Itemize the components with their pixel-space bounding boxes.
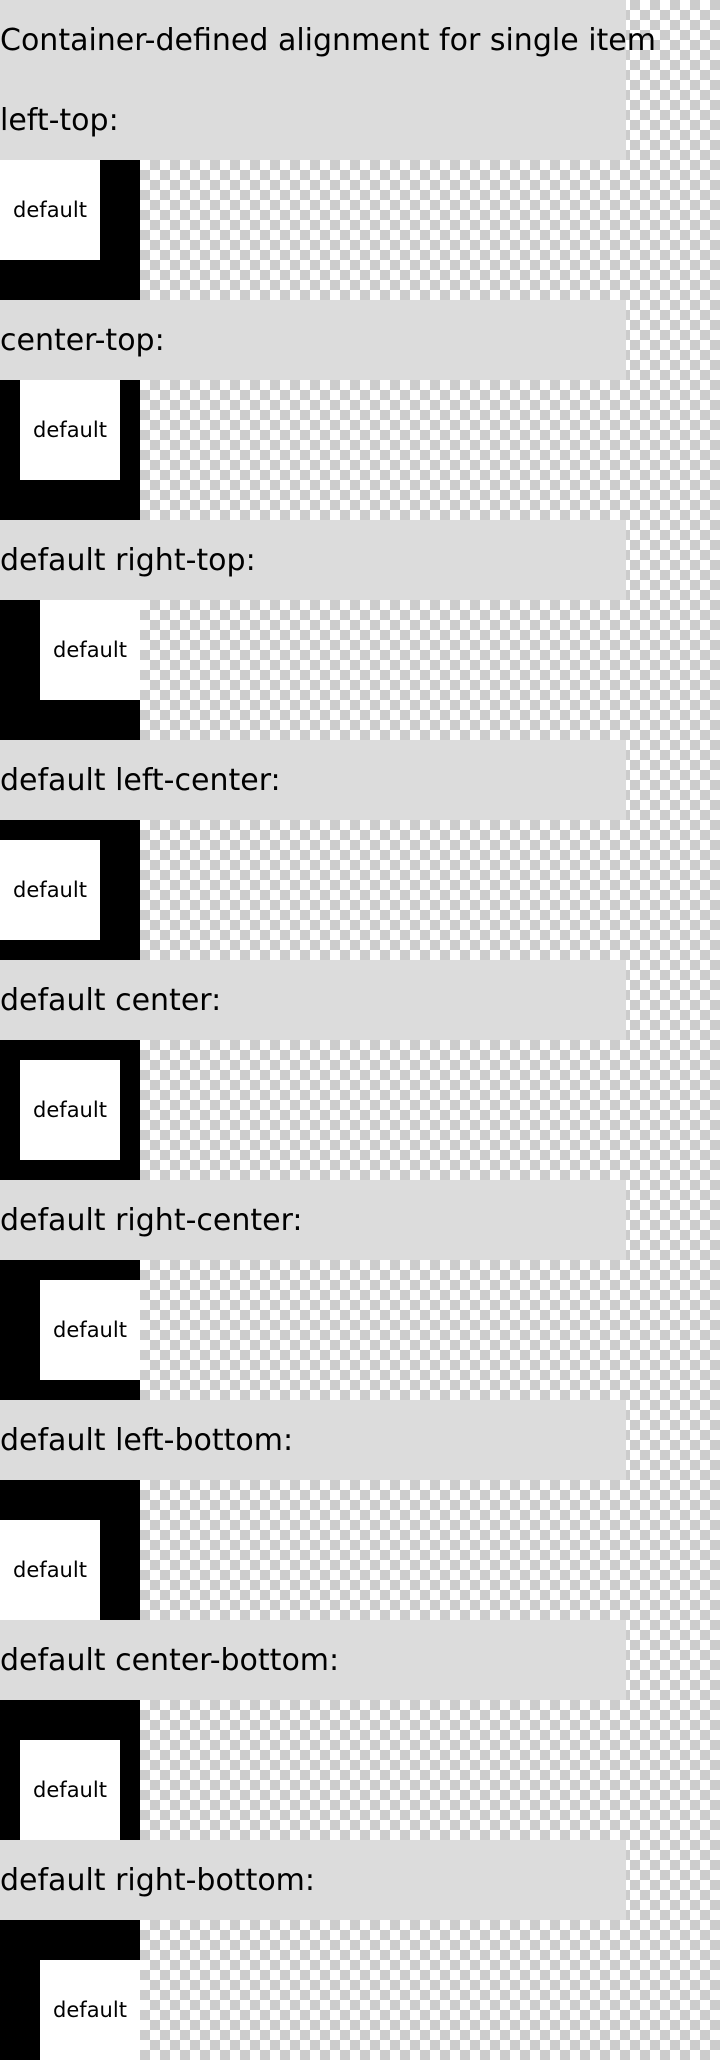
section-label-center-top: center-top:	[0, 300, 626, 380]
section-label-left-center: default left-center:	[0, 740, 626, 820]
container-center-bottom: default	[0, 1700, 140, 1840]
container-right-bottom: default	[0, 1920, 140, 2060]
item-left-bottom: default	[0, 1520, 100, 1620]
section-label-left-bottom: default left-bottom:	[0, 1400, 626, 1480]
container-left-bottom: default	[0, 1480, 140, 1620]
item-left-top: default	[0, 160, 100, 260]
section-label-center-bottom: default center-bottom:	[0, 1620, 626, 1700]
item-right-bottom: default	[40, 1960, 140, 2060]
page: Container-defined alignment for single i…	[0, 0, 720, 2060]
item-right-center: default	[40, 1280, 140, 1380]
item-left-center: default	[0, 840, 100, 940]
container-center: default	[0, 1040, 140, 1180]
item-center-top: default	[20, 380, 120, 480]
item-center: default	[20, 1060, 120, 1160]
section-label-left-top: left-top:	[0, 80, 626, 160]
section-label-right-center: default right-center:	[0, 1180, 626, 1260]
container-left-center: default	[0, 820, 140, 960]
section-label-right-top: default right-top:	[0, 520, 626, 600]
section-label-right-bottom: default right-bottom:	[0, 1840, 626, 1920]
container-center-top: default	[0, 380, 140, 520]
container-right-center: default	[0, 1260, 140, 1400]
container-left-top: default	[0, 160, 140, 300]
container-right-top: default	[0, 600, 140, 740]
item-center-bottom: default	[20, 1740, 120, 1840]
section-label-center: default center:	[0, 960, 626, 1040]
item-right-top: default	[40, 600, 140, 700]
page-title: Container-defined alignment for single i…	[0, 0, 656, 80]
